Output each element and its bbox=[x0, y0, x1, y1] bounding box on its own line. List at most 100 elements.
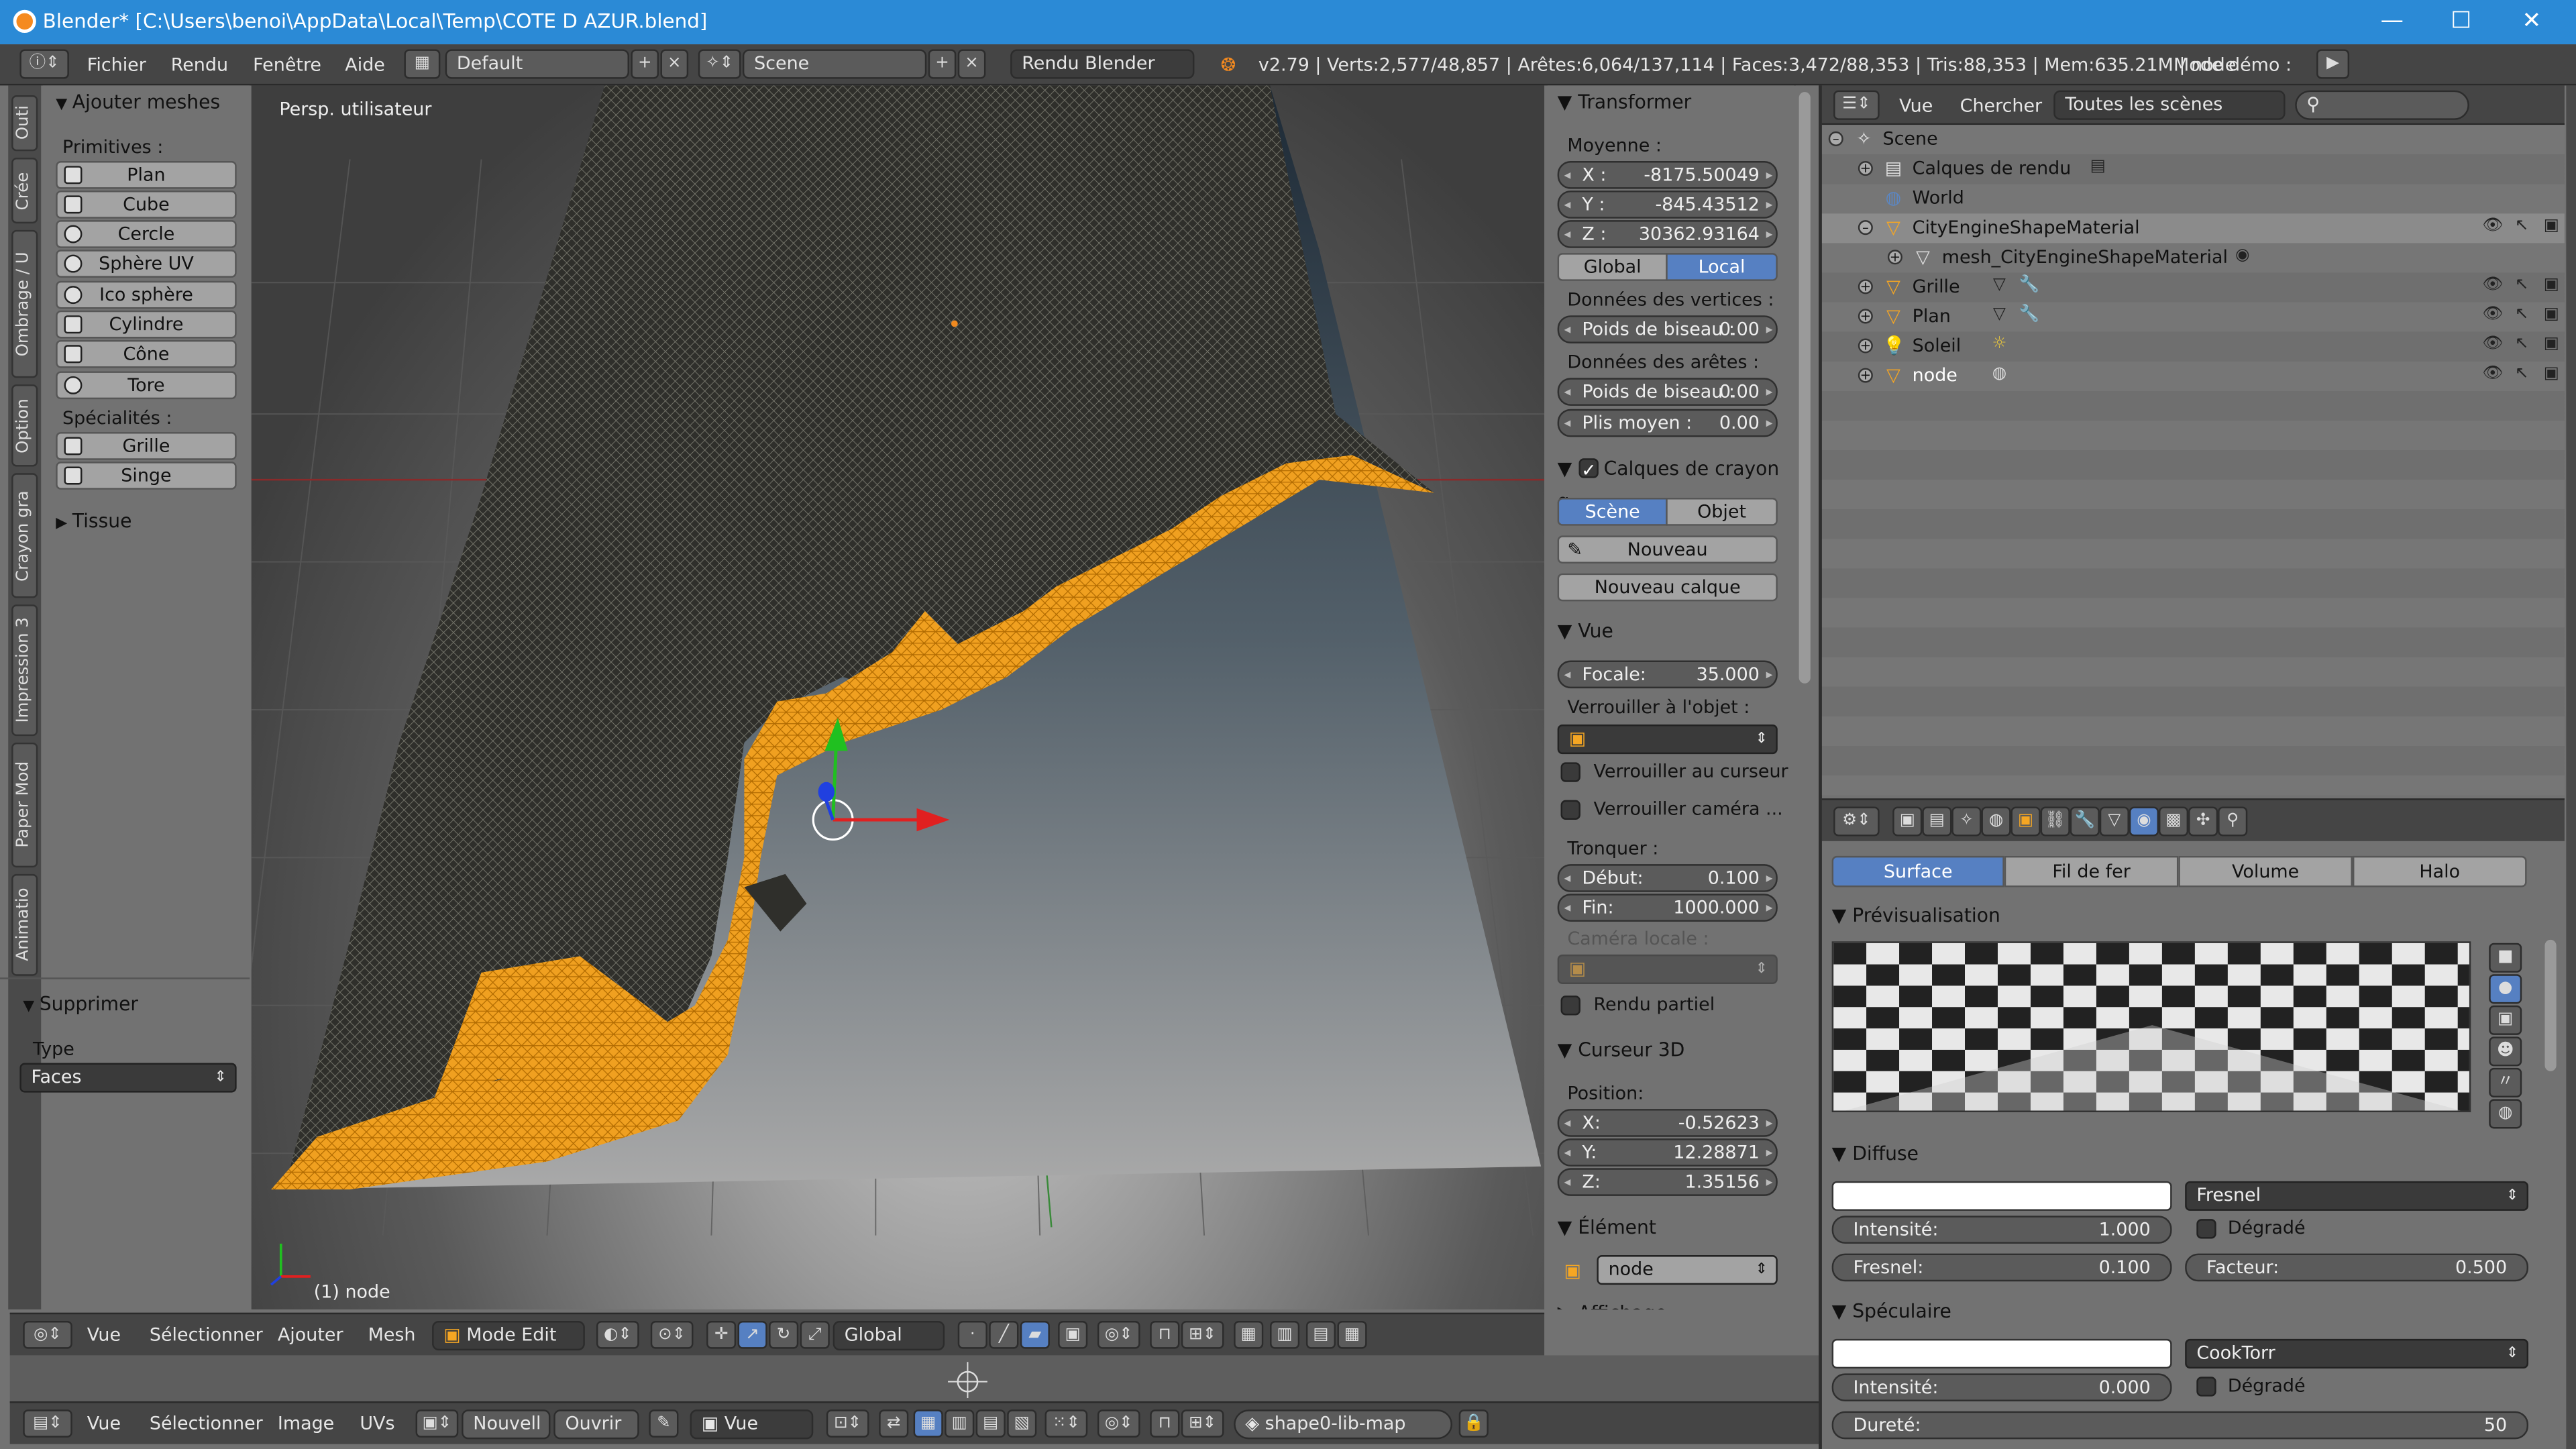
add-layout-icon[interactable]: + bbox=[631, 49, 659, 79]
uv-proportional-icon[interactable]: ◎⇕ bbox=[1097, 1409, 1140, 1438]
world-tab-icon[interactable]: ◍ bbox=[1981, 806, 2011, 837]
uv-vertex-select-icon[interactable]: ▦ bbox=[913, 1409, 943, 1438]
visibility-eye-icon[interactable]: 👁 bbox=[2482, 335, 2503, 355]
render-border-checkbox[interactable] bbox=[1560, 996, 1580, 1016]
collapse-icon[interactable]: – bbox=[1828, 131, 1843, 146]
menu-aide[interactable]: Aide bbox=[345, 54, 385, 76]
scene-field[interactable]: Scene bbox=[742, 49, 927, 79]
proportional-edit-icon[interactable]: ◎⇕ bbox=[1097, 1320, 1140, 1349]
tab-animation[interactable]: Animatio bbox=[11, 873, 38, 976]
3d-menu-select[interactable]: Sélectionner bbox=[150, 1324, 263, 1346]
preview-flat-icon[interactable]: ■ bbox=[2489, 943, 2522, 973]
diffuse-intensity-field[interactable]: Intensité: 1.000 bbox=[1831, 1216, 2172, 1244]
new-image-button[interactable]: Nouvell bbox=[462, 1409, 551, 1440]
tab-volume[interactable]: Volume bbox=[2178, 855, 2353, 888]
uv-island-select-icon[interactable]: ▧ bbox=[1007, 1409, 1037, 1438]
delete-type-select[interactable]: Faces bbox=[19, 1063, 237, 1093]
3d-cursor-header[interactable]: ▼ Curseur 3D bbox=[1548, 1033, 1794, 1066]
scale-manipulator-icon[interactable]: ⤢ bbox=[800, 1320, 830, 1349]
outliner-row-scene[interactable]: – ✧ Scene bbox=[1822, 125, 2565, 154]
screen-layout-icon[interactable]: ▦ bbox=[404, 49, 441, 79]
select-arrow-icon[interactable]: ↖ bbox=[2512, 306, 2532, 325]
tab-halo[interactable]: Halo bbox=[2352, 855, 2527, 888]
expand-icon[interactable]: + bbox=[1887, 250, 1902, 265]
uv-sync-icon[interactable]: ⇄ bbox=[879, 1409, 909, 1438]
uv-menu-select[interactable]: Sélectionner bbox=[150, 1413, 263, 1434]
specular-intensity-field[interactable]: Intensité: 0.000 bbox=[1831, 1373, 2172, 1401]
median-y-field[interactable]: Y :-845.43512 bbox=[1557, 191, 1778, 219]
expand-icon[interactable]: + bbox=[1858, 368, 1873, 383]
uv-menu-image[interactable]: Image bbox=[278, 1413, 334, 1434]
translate-manipulator-icon[interactable]: ↗ bbox=[737, 1320, 767, 1349]
pin-image-icon[interactable]: ✎ bbox=[649, 1409, 679, 1438]
menu-fenetre[interactable]: Fenêtre bbox=[253, 54, 321, 76]
add-monkey-button[interactable]: Singe bbox=[56, 462, 237, 490]
transform-header[interactable]: ▼ Transformer bbox=[1548, 85, 1794, 118]
outliner-row-soleil[interactable]: + 💡 Soleil ☼ 👁 ↖ ▣ bbox=[1822, 332, 2565, 362]
visibility-eye-icon[interactable]: 👁 bbox=[2482, 217, 2503, 236]
median-z-field[interactable]: Z :30362.93164 bbox=[1557, 220, 1778, 248]
render-preview-icon[interactable]: ▦ bbox=[1234, 1320, 1264, 1349]
clip-start-field[interactable]: Début: 0.100 bbox=[1557, 864, 1778, 892]
render-layers-tab-icon[interactable]: ▤ bbox=[1922, 806, 1952, 837]
material-scrollbar[interactable] bbox=[2544, 939, 2557, 1071]
texture-tab-icon[interactable]: ▩ bbox=[2158, 806, 2189, 837]
material-tab-icon[interactable]: ◉ bbox=[2129, 806, 2159, 837]
uv-menu-view[interactable]: Vue bbox=[87, 1413, 121, 1434]
outliner-search-input[interactable]: ⚲ bbox=[2295, 90, 2469, 120]
outliner-display-select[interactable]: Toutes les scènes bbox=[2053, 90, 2286, 120]
layers-icon[interactable]: ▦ bbox=[1337, 1320, 1367, 1349]
pivot-point-icon[interactable]: ⊙⇕ bbox=[650, 1320, 694, 1349]
cursor-x-field[interactable]: X:-0.52623 bbox=[1557, 1109, 1778, 1137]
cursor-y-field[interactable]: Y:12.28871 bbox=[1557, 1138, 1778, 1167]
opengl-anim-icon[interactable]: ▤ bbox=[1305, 1320, 1336, 1349]
object-tab-icon[interactable]: ▣ bbox=[2010, 806, 2041, 837]
particles-tab-icon[interactable]: ✣ bbox=[2188, 806, 2218, 837]
tab-3d-print[interactable]: Impression 3 bbox=[11, 604, 38, 737]
outliner-view-menu[interactable]: Vue bbox=[1899, 95, 1933, 117]
render-tab-icon[interactable]: ▣ bbox=[1892, 806, 1923, 837]
gp-new-layer-button[interactable]: Nouveau calque bbox=[1557, 573, 1778, 602]
3d-viewport[interactable]: Persp. utilisateur (1) node bbox=[251, 85, 1545, 1309]
outliner-row-world[interactable]: ◍ World bbox=[1822, 184, 2565, 213]
render-engine-select[interactable]: Rendu Blender bbox=[1010, 49, 1195, 79]
vertex-bevel-weight-field[interactable]: Poids de biseau :0.00 bbox=[1557, 315, 1778, 343]
specular-color-swatch[interactable] bbox=[1831, 1338, 2172, 1369]
vertex-select-icon[interactable]: · bbox=[957, 1320, 987, 1349]
view-header[interactable]: ▼ Vue bbox=[1548, 614, 1794, 647]
gp-object-toggle[interactable]: Objet bbox=[1666, 498, 1778, 526]
median-x-field[interactable]: X :-8175.50049 bbox=[1557, 161, 1778, 189]
outliner-row-mesh-cityengine[interactable]: + ▽ mesh_CityEngineShapeMaterial ◉ bbox=[1822, 243, 2565, 272]
lock-camera-checkbox[interactable] bbox=[1560, 800, 1580, 820]
outliner-row-node[interactable]: + ▽ node ◍ 👁 ↖ ▣ bbox=[1822, 362, 2565, 391]
preview-monkey-icon[interactable]: ☻ bbox=[2489, 1036, 2522, 1067]
expand-icon[interactable]: + bbox=[1858, 279, 1873, 294]
tab-shading-uv[interactable]: Ombrage / U bbox=[11, 229, 38, 378]
menu-rendu[interactable]: Rendu bbox=[171, 54, 228, 76]
viewport-shading-icon[interactable]: ◐⇕ bbox=[596, 1320, 639, 1349]
global-toggle[interactable]: Global bbox=[1557, 253, 1668, 281]
diffuse-header[interactable]: ▼ Diffuse bbox=[1832, 1142, 1919, 1165]
play-icon[interactable]: ▶ bbox=[2316, 49, 2350, 79]
outliner-row-cityengine[interactable]: – ▽ CityEngineShapeMaterial 👁 ↖ ▣ bbox=[1821, 213, 2565, 244]
tab-surface[interactable]: Surface bbox=[1831, 855, 2004, 888]
render-camera-icon[interactable]: ▣ bbox=[2542, 276, 2561, 295]
lock-object-field[interactable]: ▣ bbox=[1557, 724, 1778, 755]
open-image-button[interactable]: Ouvrir bbox=[553, 1409, 639, 1440]
tab-paper-model[interactable]: Paper Mod bbox=[11, 742, 38, 868]
add-cone-button[interactable]: Cône bbox=[56, 339, 237, 368]
delete-header[interactable]: ▼ Supprimer bbox=[10, 987, 217, 1020]
local-toggle[interactable]: Local bbox=[1666, 253, 1778, 281]
focal-length-field[interactable]: Focale: 35.000 bbox=[1557, 660, 1778, 689]
tab-tools[interactable]: Outi bbox=[11, 95, 38, 152]
collapse-icon[interactable]: – bbox=[1858, 220, 1873, 235]
factor-field[interactable]: Facteur: 0.500 bbox=[2185, 1253, 2529, 1282]
add-cylinder-button[interactable]: Cylindre bbox=[56, 310, 237, 339]
render-camera-icon[interactable]: ▣ bbox=[2542, 335, 2561, 355]
clip-end-field[interactable]: Fin: 1000.000 bbox=[1557, 894, 1778, 922]
add-circle-button[interactable]: Cercle bbox=[56, 220, 237, 248]
add-ico-sphere-button[interactable]: Ico sphère bbox=[56, 280, 237, 309]
outliner-search-menu[interactable]: Chercher bbox=[1960, 95, 2042, 117]
image-view-select[interactable]: ▣ Vue bbox=[690, 1409, 814, 1440]
grease-pencil-layers-header[interactable]: ▼ Calques de crayon g bbox=[1548, 451, 1794, 513]
